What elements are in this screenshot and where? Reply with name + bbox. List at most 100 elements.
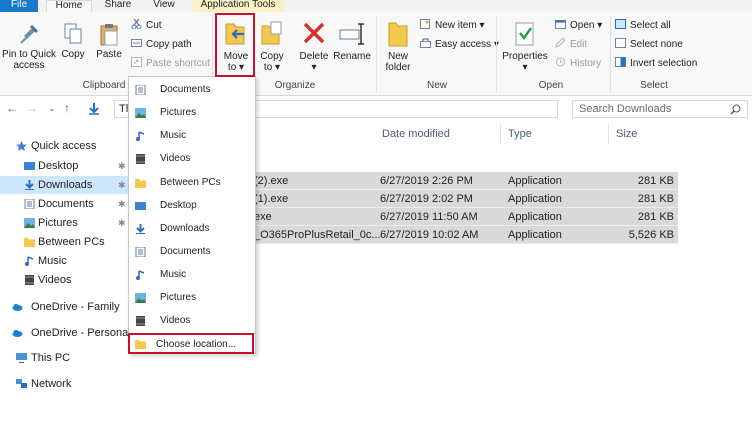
new-folder-button[interactable]: New folder	[380, 20, 416, 73]
file-name: (2).exe	[254, 175, 289, 187]
pin-icon[interactable]: ✱	[118, 176, 126, 194]
nav-label: Network	[31, 378, 72, 390]
nav-item-onedrive-personal[interactable]: OneDrive - Personal	[0, 324, 131, 342]
invert-selection-icon	[615, 57, 626, 67]
table-row[interactable]: (1).exe 6/27/2019 2:02 PM Application 28…	[254, 190, 678, 208]
tab-share[interactable]: Share	[98, 0, 138, 12]
chevron-down-icon: ▾	[272, 62, 281, 73]
open-button[interactable]: Open ▾	[555, 19, 602, 33]
select-all-label: Select all	[630, 20, 671, 31]
menu-item-music[interactable]: Music	[129, 125, 255, 147]
menu-item-label: Pictures	[160, 107, 197, 118]
new-folder-icon	[388, 22, 408, 47]
properties-button[interactable]: Properties ▾	[502, 20, 548, 73]
menu-item-videos-2[interactable]: Videos	[129, 310, 255, 332]
up-arrow-icon[interactable]: ↑	[64, 101, 70, 115]
menu-item-documents[interactable]: Documents	[129, 79, 255, 101]
nav-label: Quick access	[31, 140, 97, 152]
select-none-button[interactable]: Select none	[615, 38, 683, 52]
tab-file[interactable]: File	[0, 0, 38, 12]
menu-item-downloads[interactable]: Downloads	[129, 218, 255, 240]
folder-icon	[135, 179, 146, 188]
nav-item-videos[interactable]: Videos	[0, 271, 130, 289]
cut-button[interactable]: Cut	[131, 19, 162, 33]
nav-item-music[interactable]: Music	[0, 252, 130, 270]
nav-item-pictures[interactable]: Pictures ✱	[0, 214, 130, 232]
menu-item-videos[interactable]: Videos	[129, 148, 255, 170]
menu-item-label: Documents	[160, 246, 211, 257]
back-arrow-icon[interactable]: ←	[6, 101, 18, 115]
menu-item-music-2[interactable]: Music	[129, 264, 255, 286]
file-date: 6/27/2019 2:02 PM	[380, 193, 473, 205]
nav-item-onedrive-family[interactable]: OneDrive - Family	[0, 298, 130, 316]
table-row[interactable]: _O365ProPlusRetail_0c... 6/27/2019 10:02…	[254, 226, 678, 244]
copy-button[interactable]: Copy	[58, 22, 88, 60]
menu-item-label: Downloads	[160, 223, 210, 234]
invert-selection-button[interactable]: Invert selection	[615, 57, 697, 71]
star-icon	[16, 141, 27, 151]
menu-item-label: Desktop	[160, 200, 197, 211]
menu-item-between-pcs[interactable]: Between PCs	[129, 172, 255, 194]
copy-path-button[interactable]: Copy path	[131, 38, 192, 52]
nav-item-quick-access[interactable]: Quick access	[0, 137, 130, 155]
column-divider[interactable]	[608, 124, 609, 144]
file-name: _O365ProPlusRetail_0c...	[254, 229, 381, 241]
column-date-modified[interactable]: Date modified	[382, 128, 450, 140]
tab-application-tools[interactable]: Application Tools	[192, 0, 284, 12]
menu-item-label: Music	[160, 269, 187, 280]
desktop-icon	[135, 202, 146, 210]
recent-locations-chevron-icon[interactable]: ⌄	[48, 103, 56, 114]
pin-to-quick-access-button[interactable]: Pin to Quick access	[2, 22, 56, 71]
paste-button[interactable]: Paste	[94, 22, 124, 60]
nav-item-desktop[interactable]: Desktop ✱	[0, 157, 130, 175]
paste-shortcut-button[interactable]: Paste shortcut	[131, 57, 210, 71]
pin-icon[interactable]: ✱	[118, 157, 126, 175]
nav-item-this-pc[interactable]: This PC	[0, 349, 130, 367]
paste-shortcut-icon	[131, 57, 142, 67]
history-button[interactable]: History	[555, 57, 601, 71]
nav-item-downloads[interactable]: Downloads ✱	[0, 176, 130, 194]
pin-icon[interactable]: ✱	[118, 214, 126, 232]
column-divider[interactable]	[500, 124, 501, 144]
column-type[interactable]: Type	[508, 128, 532, 140]
menu-item-desktop[interactable]: Desktop	[129, 195, 255, 217]
network-icon	[16, 379, 27, 388]
easy-access-button[interactable]: Easy access ▾	[420, 38, 499, 52]
tab-view[interactable]: View	[144, 0, 184, 12]
pin-to-quick-access-label: Pin to Quick access	[2, 49, 56, 71]
open-label: Open	[570, 20, 595, 31]
delete-button[interactable]: Delete ▾	[298, 20, 330, 73]
pictures-icon	[135, 108, 146, 118]
table-row[interactable]: (2).exe 6/27/2019 2:26 PM Application 28…	[254, 172, 678, 190]
pin-icon[interactable]: ✱	[118, 195, 126, 213]
nav-label: Videos	[38, 274, 72, 286]
pc-icon	[16, 353, 27, 363]
table-row[interactable]: exe 6/27/2019 11:50 AM Application 281 K…	[254, 208, 678, 226]
menu-item-label: Documents	[160, 84, 211, 95]
nav-item-between-pcs[interactable]: Between PCs	[0, 233, 130, 251]
search-input[interactable]: Search Downloads	[572, 100, 748, 118]
nav-item-documents[interactable]: Documents ✱	[0, 195, 130, 213]
menu-item-pictures[interactable]: Pictures	[129, 102, 255, 124]
menu-item-label: Music	[160, 130, 187, 141]
new-item-button[interactable]: New item ▾	[420, 19, 485, 33]
pictures-icon	[135, 293, 146, 303]
menu-item-label: Videos	[160, 315, 191, 326]
organize-group-label: Organize	[274, 80, 316, 91]
rename-button[interactable]: Rename	[332, 20, 372, 62]
file-type: Application	[508, 229, 562, 241]
copy-to-button[interactable]: Copy to ▾	[257, 20, 287, 73]
menu-item-documents-2[interactable]: Documents	[129, 241, 255, 263]
file-type: Application	[508, 175, 562, 187]
forward-arrow-icon[interactable]: →	[26, 101, 38, 115]
chevron-down-icon: ▾	[311, 62, 317, 73]
scissors-icon	[131, 19, 142, 29]
search-icon	[730, 104, 741, 115]
file-date: 6/27/2019 10:02 AM	[380, 229, 479, 241]
menu-item-pictures-2[interactable]: Pictures	[129, 287, 255, 309]
column-size[interactable]: Size	[616, 128, 637, 140]
select-all-button[interactable]: Select all	[615, 19, 671, 33]
nav-item-network[interactable]: Network	[0, 375, 130, 393]
edit-button[interactable]: Edit	[555, 38, 587, 52]
tab-home[interactable]: Home	[46, 0, 92, 12]
